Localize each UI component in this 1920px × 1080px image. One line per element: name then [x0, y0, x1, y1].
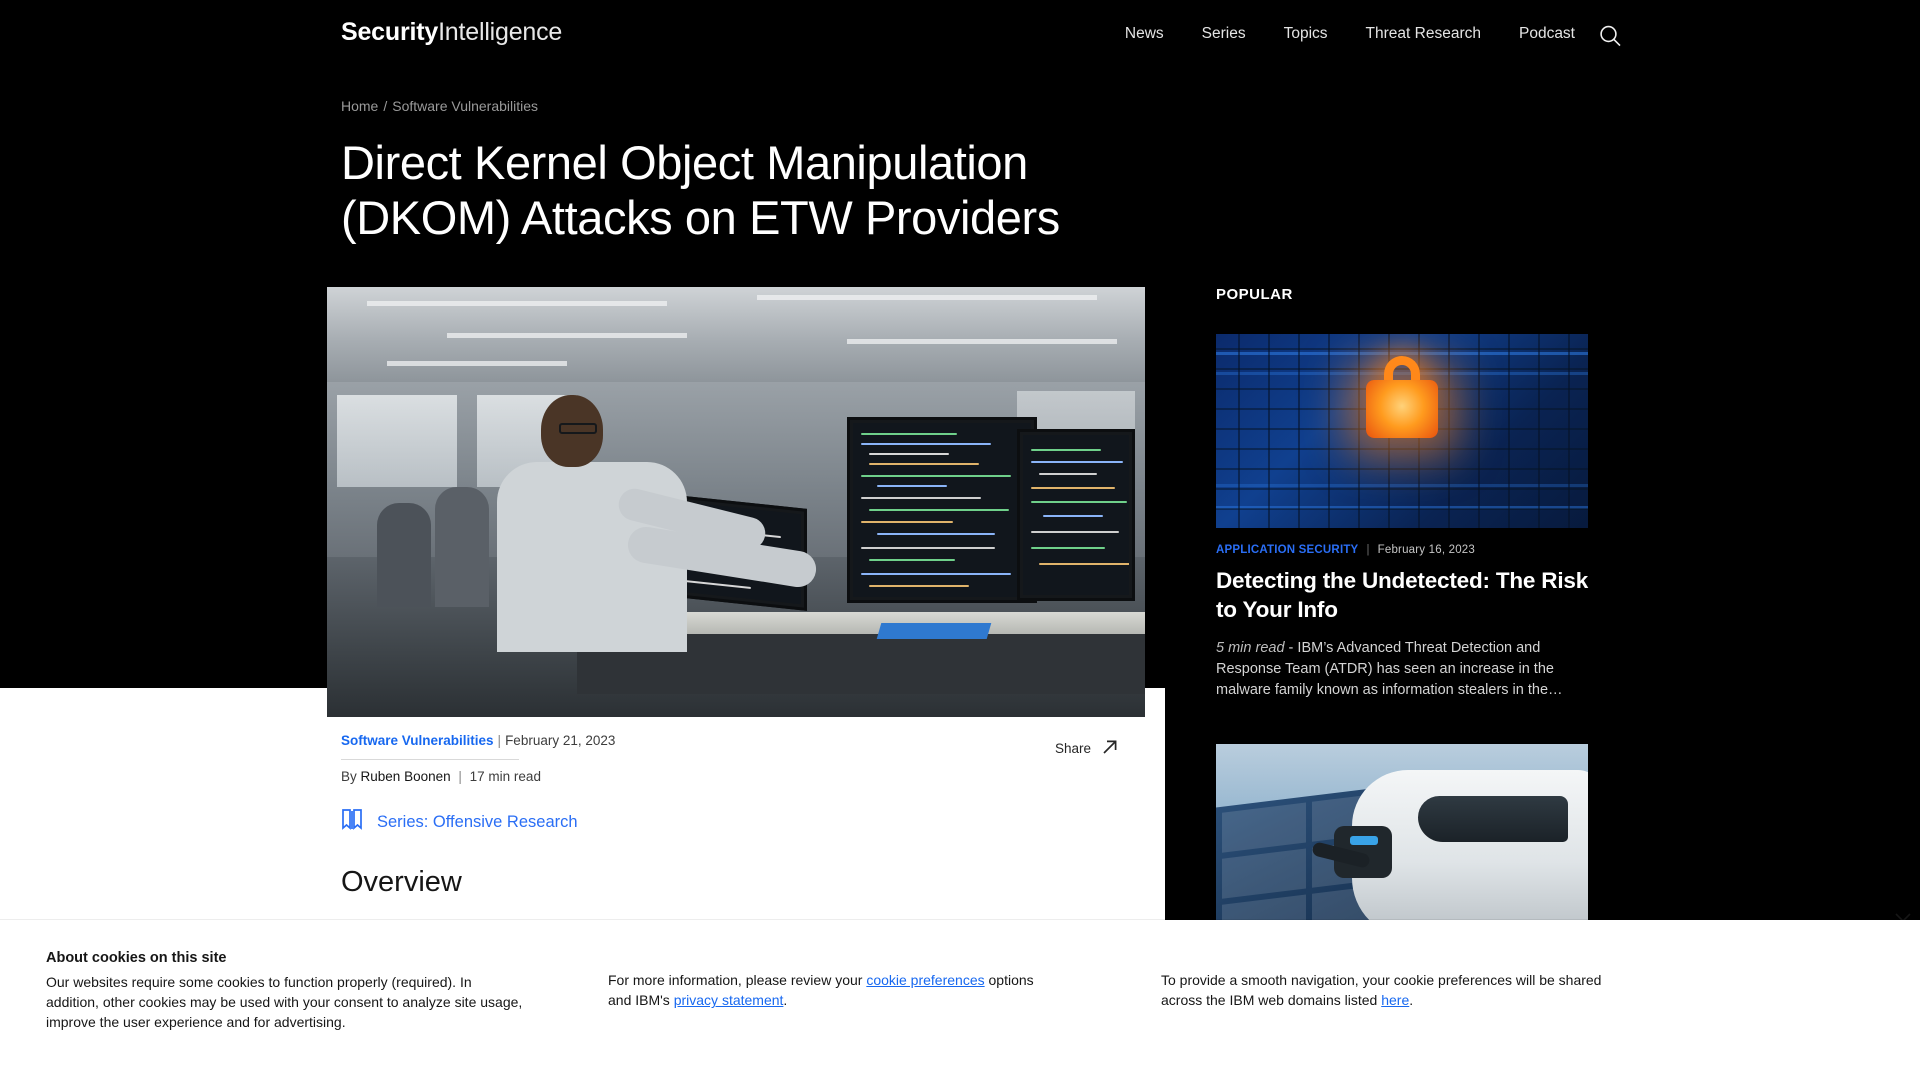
search-icon[interactable] [1596, 22, 1624, 50]
main-navigation: News Series Topics Threat Research Podca… [1125, 25, 1575, 43]
nav-item-series[interactable]: Series [1202, 25, 1246, 43]
series-book-icon [341, 808, 363, 837]
popular-card-title[interactable]: Detecting the Undetected: The Risk to Yo… [1216, 567, 1588, 625]
cookie-col2-pre: For more information, please review your [608, 972, 867, 988]
nav-item-threat-research[interactable]: Threat Research [1366, 25, 1481, 43]
site-header: SecurityIntelligence News Series Topics … [0, 0, 1920, 70]
site-logo[interactable]: SecurityIntelligence [341, 18, 562, 47]
external-arrow-icon [1101, 738, 1119, 759]
privacy-statement-link[interactable]: privacy statement [674, 992, 784, 1008]
popular-card-meta: APPLICATION SECURITY | February 16, 2023 [1216, 544, 1588, 556]
cookie-consent-banner: About cookies on this site Our websites … [0, 920, 1920, 1080]
cookie-banner-title: About cookies on this site [46, 950, 227, 966]
article-category-date: Software Vulnerabilities | February 21, 20… [341, 733, 1141, 748]
article-date: February 21, 2023 [505, 733, 616, 748]
cookie-more-info-column: For more information, please review your… [608, 970, 1038, 1011]
orange-padlock-on-data-wall-image [1216, 334, 1588, 528]
nav-item-podcast[interactable]: Podcast [1519, 25, 1575, 43]
popular-card[interactable]: APPLICATION SECURITY | February 16, 2023 D… [1216, 334, 1588, 701]
article-read-time: 17 min read [469, 769, 541, 784]
popular-card-excerpt: 5 min read - IBM’s Advanced Threat Detec… [1216, 638, 1588, 701]
article-meta: Software Vulnerabilities | February 21, 20… [341, 733, 1141, 837]
breadcrumb-current[interactable]: Software Vulnerabilities [392, 98, 538, 114]
article-author: Ruben Boonen [360, 769, 451, 784]
popular-card-category[interactable]: APPLICATION SECURITY [1216, 544, 1358, 556]
hero-image [327, 287, 1145, 717]
section-heading-overview: Overview [341, 866, 462, 898]
ev-charging-with-solar-panels-image [1216, 744, 1588, 938]
breadcrumb-home[interactable]: Home [341, 98, 378, 114]
series-link[interactable]: Series: Offensive Research [377, 813, 578, 832]
cookie-domains-column: To provide a smooth navigation, your coo… [1161, 970, 1631, 1011]
nav-item-news[interactable]: News [1125, 25, 1164, 43]
author-separator: | [458, 769, 462, 784]
nav-item-topics[interactable]: Topics [1284, 25, 1328, 43]
breadcrumb: Home / Software Vulnerabilities [341, 98, 538, 114]
popular-card-separator: | [1366, 544, 1370, 556]
meta-separator: | [497, 733, 502, 748]
cookie-col3-post: . [1409, 992, 1414, 1009]
cookie-banner-text: Our websites require some cookies to fun… [46, 974, 523, 1030]
by-label: By [341, 769, 357, 784]
share-label: Share [1055, 741, 1092, 756]
article-author-line: By Ruben Boonen | 17 min read [341, 769, 1141, 784]
article-category-link[interactable]: Software Vulnerabilities [341, 733, 494, 748]
logo-light-text: Intelligence [438, 18, 563, 46]
popular-card-read-time: 5 min read [1216, 639, 1285, 656]
cookie-col2-post: . [783, 992, 788, 1009]
popular-card-date: February 16, 2023 [1377, 544, 1476, 556]
page-title: Direct Kernel Object Manipulation (DKOM)… [341, 136, 1060, 245]
share-button[interactable]: Share [1055, 738, 1119, 759]
breadcrumb-separator: / [383, 98, 388, 114]
logo-bold-text: Security [341, 18, 439, 46]
excerpt-dash: - [1288, 639, 1294, 656]
meta-divider [341, 759, 519, 760]
series-row[interactable]: Series: Offensive Research [341, 808, 1141, 837]
cookie-domains-here-link[interactable]: here [1381, 992, 1409, 1008]
cookie-preferences-link[interactable]: cookie preferences [866, 972, 984, 988]
page-root: SecurityIntelligence News Series Topics … [0, 0, 1920, 1080]
popular-heading: POPULAR [1216, 286, 1293, 303]
cookie-description-column: About cookies on this site Our websites … [46, 950, 526, 1033]
